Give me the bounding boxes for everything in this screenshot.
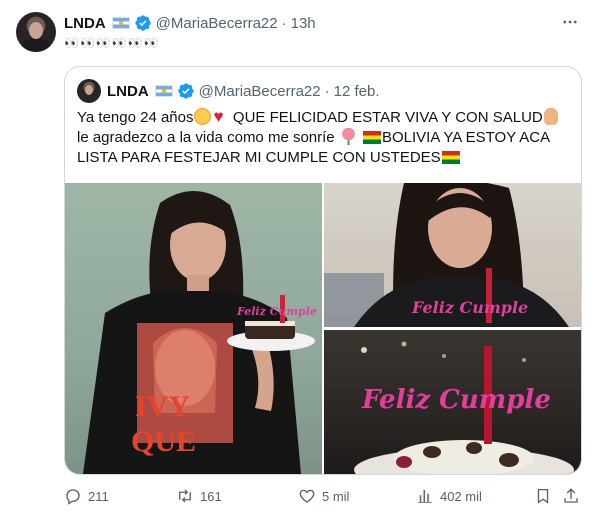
view-count: 402 mil [440, 488, 482, 504]
share-button[interactable] [562, 484, 580, 508]
quoted-author-name[interactable]: LNDA [107, 83, 149, 100]
photo-woman-closeup[interactable]: Feliz Cumple [324, 183, 581, 327]
author-avatar[interactable] [16, 12, 56, 52]
like-count: 5 mil [322, 488, 350, 504]
quoted-text-line1-b: QUE FELICIDAD ESTAR VIVA Y CON SALUD [232, 109, 543, 126]
verified-badge-icon [134, 15, 151, 31]
reply-count: 211 [88, 488, 109, 504]
like-button[interactable]: 5 mil [298, 484, 349, 508]
repost-count: 161 [200, 488, 222, 504]
bookmark-button[interactable] [534, 484, 552, 508]
views-button[interactable]: 402 mil [416, 484, 482, 508]
tulip-icon [339, 128, 357, 145]
quoted-text-line1-a: Ya tengo 24 años [77, 109, 194, 126]
separator-dot: · [324, 82, 330, 100]
repost-button[interactable]: 161 [176, 484, 222, 508]
verified-badge-icon [177, 83, 194, 99]
reply-icon [66, 489, 80, 505]
smiling-face-with-hearts-icon [194, 108, 212, 125]
shirt-print-text-1: IVY [135, 390, 190, 423]
quoted-text-line2-a: le agradezco a la vida como me sonríe [77, 129, 335, 146]
shirt-print-text-2: QUE [131, 425, 196, 458]
author-handle[interactable]: @MariaBecerra22 [156, 15, 278, 32]
tweet-time[interactable]: 13h [291, 15, 316, 32]
cake-topper-text: Feliz Cumple [361, 385, 551, 415]
quoted-tweet-date[interactable]: 12 feb. [334, 83, 380, 100]
folded-hands-icon [543, 108, 558, 125]
separator-dot: · [281, 14, 287, 32]
media-grid: IVY QUE Feliz Cumple Feliz Cumple Feliz … [65, 183, 581, 474]
author-name[interactable]: LNDA [64, 15, 106, 32]
red-heart-icon: ♥ [213, 107, 224, 126]
ellipsis-icon[interactable] [558, 12, 582, 32]
cake-topper-text: Feliz Cumple [411, 298, 528, 317]
quoted-tweet[interactable]: LNDA @MariaBecerra22 · 12 feb. Ya tengo … [64, 66, 582, 475]
repost-icon [179, 489, 191, 503]
photo-birthday-cake[interactable]: Feliz Cumple [324, 330, 581, 474]
quoted-author-handle[interactable]: @MariaBecerra22 [199, 83, 321, 100]
tweet-text: 👀👀👀👀👀👀 [64, 36, 160, 50]
quoted-tweet-text: Ya tengo 24 años ♥ QUE FELICIDAD ESTAR VI… [77, 107, 577, 168]
heart-icon [299, 489, 315, 503]
quoted-text-line2-b: BOLIVIA YA ESTOY ACA [381, 129, 551, 146]
tweet-header: LNDA @MariaBecerra22 · 13h [64, 13, 316, 33]
cake-topper-text: Feliz Cumple [236, 305, 317, 318]
quoted-author-avatar[interactable] [77, 79, 101, 103]
analytics-icon [418, 490, 432, 503]
quoted-tweet-header: LNDA @MariaBecerra22 · 12 feb. [107, 81, 380, 101]
bolivia-flag-icon [362, 131, 381, 144]
share-icon [564, 488, 578, 503]
tweet[interactable]: LNDA @MariaBecerra22 · 13h 👀👀👀👀👀👀 LNDA @… [0, 0, 598, 517]
bookmark-icon [537, 488, 549, 504]
argentina-flag-icon [154, 85, 173, 97]
tweet-actions: 211 161 5 mil 402 mil [64, 484, 582, 508]
bolivia-flag-icon [441, 151, 460, 164]
quoted-text-line3: LISTA PARA FESTEJAR MI CUMPLE CON USTEDE… [77, 149, 441, 166]
photo-woman-holding-cake[interactable]: IVY QUE Feliz Cumple [65, 183, 322, 474]
reply-button[interactable]: 211 [64, 484, 109, 508]
argentina-flag-icon [111, 17, 130, 29]
